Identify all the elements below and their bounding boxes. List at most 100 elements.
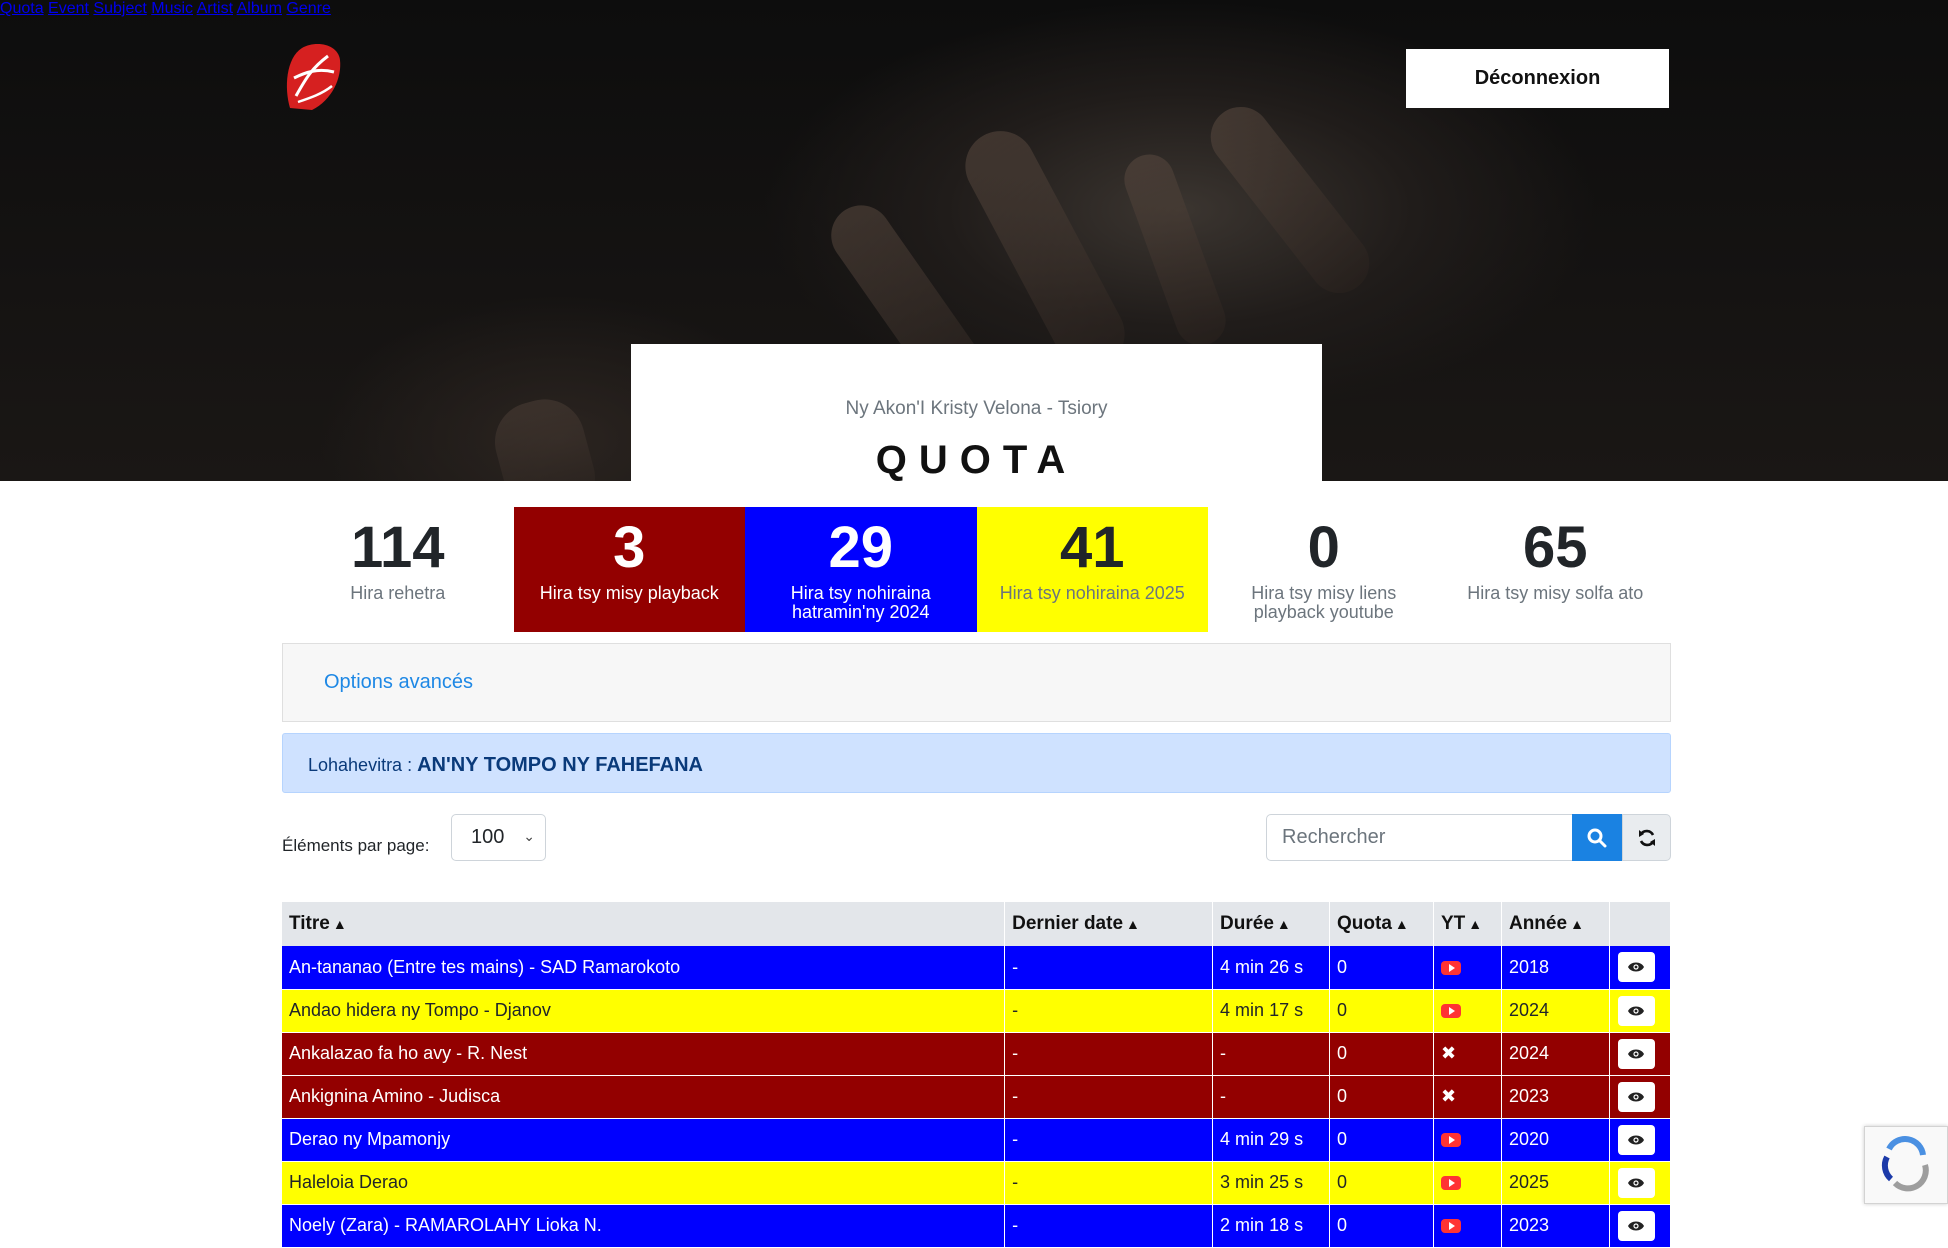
- stat-label: Hira tsy nohiraina hatramin'ny 2024: [790, 583, 931, 622]
- sort-icon: ▲︎: [1126, 916, 1140, 932]
- view-button[interactable]: [1617, 1167, 1655, 1198]
- cell-actions: [1609, 1032, 1672, 1076]
- cell-duration: -: [1212, 1032, 1331, 1076]
- cell-last-date: -: [1004, 1161, 1214, 1205]
- page-title-card: Ny Akon'I Kristy Velona - Tsiory QUOTA: [631, 344, 1322, 484]
- nav-album[interactable]: Album: [237, 0, 282, 17]
- column-header-year[interactable]: Année ▲︎: [1501, 902, 1610, 946]
- page-subtitle: Ny Akon'I Kristy Velona - Tsiory: [845, 398, 1108, 419]
- eye-icon: [1628, 1049, 1645, 1058]
- subject-alert: Lohahevitra : AN'NY TOMPO NY FAHEFANA: [282, 733, 1671, 793]
- cell-last-date: -: [1004, 946, 1214, 990]
- stat-value: 0: [1307, 515, 1340, 580]
- youtube-icon[interactable]: [1441, 1176, 1461, 1191]
- view-button[interactable]: [1617, 1038, 1655, 1069]
- sort-icon: ▲︎: [1468, 916, 1483, 932]
- nav-subject[interactable]: Subject: [93, 0, 146, 17]
- cell-year: 2024: [1501, 989, 1610, 1033]
- column-header-yt[interactable]: YT ▲︎: [1433, 902, 1502, 946]
- youtube-icon[interactable]: [1441, 1004, 1461, 1019]
- cell-year: 2024: [1501, 1032, 1610, 1076]
- view-button[interactable]: [1617, 1210, 1655, 1241]
- eye-icon: [1628, 1178, 1645, 1187]
- youtube-icon[interactable]: [1441, 1133, 1461, 1148]
- cell-last-date: -: [1004, 1075, 1214, 1119]
- search-button[interactable]: [1572, 814, 1622, 861]
- view-button[interactable]: [1617, 952, 1655, 983]
- search-icon: [1587, 828, 1607, 847]
- nav-genre[interactable]: Genre: [286, 0, 330, 17]
- stat-total: 114 Hira rehetra: [282, 507, 514, 632]
- cell-yt: [1433, 1161, 1502, 1205]
- advanced-options-link[interactable]: Options avancés: [324, 671, 473, 694]
- nav-quota[interactable]: Quota: [0, 0, 44, 17]
- stat-label: Hira rehetra: [350, 583, 446, 603]
- table-row: Noely (Zara) - RAMAROLAHY Lioka N. -2 min…: [282, 1204, 1672, 1248]
- cell-duration: 4 min 29 s: [1212, 1118, 1331, 1162]
- per-page-select[interactable]: 100 ⌄: [451, 814, 546, 861]
- nav-event[interactable]: Event: [48, 0, 89, 17]
- column-header-quota[interactable]: Quota ▲︎: [1329, 902, 1434, 946]
- eye-icon: [1628, 1221, 1645, 1230]
- table-row: Derao ny Mpamonjy -4 min 29 s 0 2020: [282, 1118, 1672, 1162]
- eye-icon: [1628, 1092, 1645, 1101]
- view-button[interactable]: [1617, 995, 1655, 1026]
- main-nav: Quota Event Subject Music Artist Album G…: [0, 0, 1948, 18]
- eye-icon: [1628, 962, 1645, 972]
- cell-quota: 0: [1329, 1161, 1434, 1205]
- per-page-value: 100: [471, 826, 505, 848]
- cell-yt: ✖: [1433, 1032, 1502, 1076]
- refresh-button[interactable]: [1622, 814, 1671, 861]
- nav-artist[interactable]: Artist: [197, 0, 233, 17]
- view-button[interactable]: [1617, 1081, 1655, 1112]
- cell-year: 2023: [1501, 1204, 1610, 1248]
- cell-yt: [1433, 1204, 1502, 1248]
- view-button[interactable]: [1617, 1124, 1655, 1155]
- songs-table: Titre ▲︎ Dernier date ▲︎ Durée ▲︎ Quota ▲︎ Y…: [282, 902, 1672, 1248]
- column-header-duration[interactable]: Durée ▲︎: [1212, 902, 1331, 946]
- eye-icon: [1628, 1135, 1645, 1144]
- subject-value: AN'NY TOMPO NY FAHEFANA: [417, 754, 704, 776]
- cell-quota: 0: [1329, 946, 1434, 990]
- youtube-icon[interactable]: [1441, 961, 1461, 975]
- page-title: QUOTA: [875, 438, 1078, 482]
- stat-no-solfa: 65 Hira tsy misy solfa ato: [1439, 507, 1671, 632]
- cell-last-date: -: [1004, 1204, 1214, 1248]
- table-row: Haleloia Derao -3 min 25 s 0 2025: [282, 1161, 1672, 1205]
- stat-value: 65: [1522, 515, 1588, 580]
- cell-actions: [1609, 1161, 1672, 1205]
- nav-music[interactable]: Music: [151, 0, 193, 17]
- youtube-icon[interactable]: [1441, 1219, 1461, 1234]
- cell-title: Ankalazao fa ho avy - R. Nest: [282, 1032, 1006, 1076]
- cell-last-date: -: [1004, 1032, 1214, 1076]
- column-header-title[interactable]: Titre ▲︎: [282, 902, 1006, 946]
- site-logo[interactable]: [282, 38, 344, 114]
- close-icon: ✖: [1441, 1043, 1457, 1063]
- cell-yt: [1433, 946, 1502, 990]
- column-header-last-date[interactable]: Dernier date ▲︎: [1004, 902, 1214, 946]
- stat-value: 29: [828, 515, 893, 580]
- search-input[interactable]: Rechercher: [1266, 814, 1573, 861]
- stat-value: 41: [1059, 515, 1125, 580]
- cell-actions: [1609, 1118, 1672, 1162]
- recaptcha-badge[interactable]: [1864, 1126, 1948, 1204]
- stat-value: 3: [613, 515, 646, 580]
- stat-label: Hira tsy misy solfa ato: [1467, 583, 1644, 603]
- stat-not-sung-2025: 41 Hira tsy nohiraina 2025: [976, 507, 1208, 632]
- sort-icon: ▲︎: [1570, 916, 1584, 932]
- cell-year: 2020: [1501, 1118, 1610, 1162]
- logout-button[interactable]: Déconnexion: [1406, 49, 1669, 108]
- refresh-icon: [1638, 829, 1655, 846]
- cell-title: An-tananao (Entre tes mains) - SAD Ramar…: [282, 946, 1006, 990]
- cell-last-date: -: [1004, 1118, 1214, 1162]
- cell-title: Derao ny Mpamonjy: [282, 1118, 1006, 1162]
- cell-actions: [1609, 1075, 1672, 1119]
- per-page-label: Éléments par page:: [282, 836, 430, 855]
- close-icon: ✖: [1441, 1086, 1457, 1106]
- eye-icon: [1628, 1006, 1645, 1015]
- cell-title: Noely (Zara) - RAMAROLAHY Lioka N.: [282, 1204, 1006, 1248]
- stat-label: Hira tsy misy playback: [539, 583, 719, 603]
- cell-actions: [1609, 1204, 1672, 1248]
- cell-yt: [1433, 1118, 1502, 1162]
- cell-duration: 3 min 25 s: [1212, 1161, 1331, 1205]
